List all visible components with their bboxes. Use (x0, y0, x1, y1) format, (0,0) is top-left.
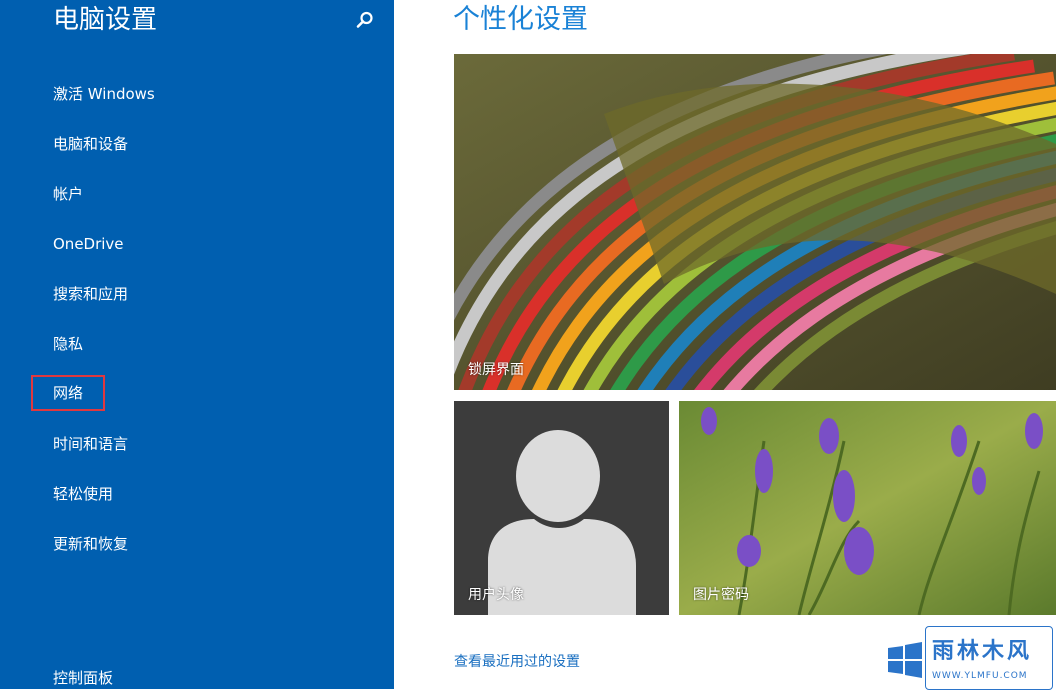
sidebar-item-pc-and-devices[interactable]: 电脑和设备 (53, 134, 128, 154)
watermark-url: WWW.YLMFU.COM (932, 671, 1028, 681)
sidebar-item-accounts[interactable]: 帐户 (53, 184, 83, 204)
picture-password-tile[interactable]: 图片密码 (679, 401, 1056, 615)
user-silhouette-icon (454, 401, 669, 615)
lock-screen-image (454, 54, 1056, 390)
sidebar: 电脑设置 激活 Windows 电脑和设备 帐户 OneDrive 搜索和应用 … (0, 0, 394, 689)
sidebar-item-onedrive[interactable]: OneDrive (53, 234, 124, 254)
page-title: 个性化设置 (453, 4, 588, 35)
account-picture-tile[interactable]: 用户头像 (454, 401, 669, 615)
lock-screen-tile[interactable]: 锁屏界面 (454, 54, 1056, 390)
windows-logo-icon (888, 642, 922, 678)
search-icon[interactable] (355, 10, 375, 30)
sidebar-item-privacy[interactable]: 隐私 (53, 334, 83, 354)
picture-password-label: 图片密码 (693, 587, 749, 603)
watermark-logo: 雨林木风 WWW.YLMFU.COM (925, 626, 1053, 690)
control-panel-link[interactable]: 控制面板 (53, 668, 113, 688)
lock-screen-label: 锁屏界面 (468, 362, 524, 378)
sidebar-item-ease-of-access[interactable]: 轻松使用 (53, 484, 113, 504)
sidebar-item-time-and-language[interactable]: 时间和语言 (53, 434, 128, 454)
recent-settings-link[interactable]: 查看最近用过的设置 (454, 651, 580, 671)
sidebar-item-search-and-apps[interactable]: 搜索和应用 (53, 284, 128, 304)
lavender-image (679, 401, 1056, 615)
sidebar-item-update-and-recovery[interactable]: 更新和恢复 (53, 534, 128, 554)
sidebar-item-network[interactable]: 网络 (31, 375, 105, 411)
sidebar-title: 电脑设置 (53, 5, 158, 35)
sidebar-item-activate-windows[interactable]: 激活 Windows (53, 84, 155, 104)
watermark-text: 雨林木风 (932, 639, 1033, 664)
account-picture-label: 用户头像 (468, 587, 524, 603)
